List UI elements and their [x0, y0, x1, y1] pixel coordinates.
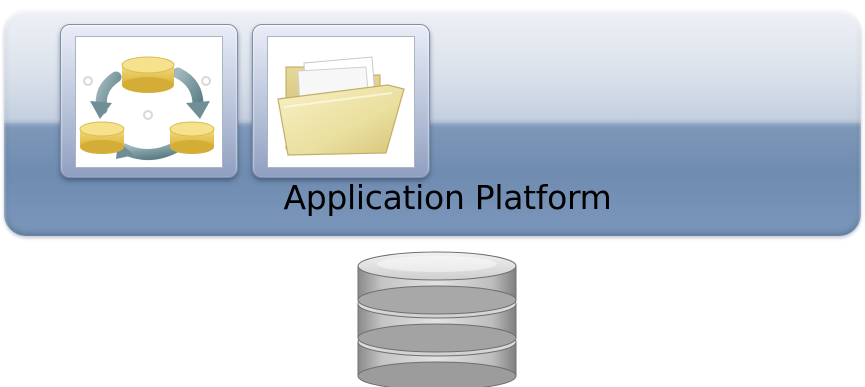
folder-tile-face: [267, 36, 415, 168]
platform-title: Application Platform: [283, 178, 612, 217]
database-icon: [357, 251, 517, 387]
diagram-canvas: Application Platform: [0, 0, 865, 387]
sync-tile[interactable]: [60, 24, 238, 178]
sync-tile-face: [75, 36, 223, 168]
folder-tile[interactable]: [252, 24, 430, 178]
application-platform-panel: Application Platform: [4, 10, 861, 236]
data-sync-cycle-icon: [79, 56, 215, 160]
folder-icon: [277, 56, 405, 156]
